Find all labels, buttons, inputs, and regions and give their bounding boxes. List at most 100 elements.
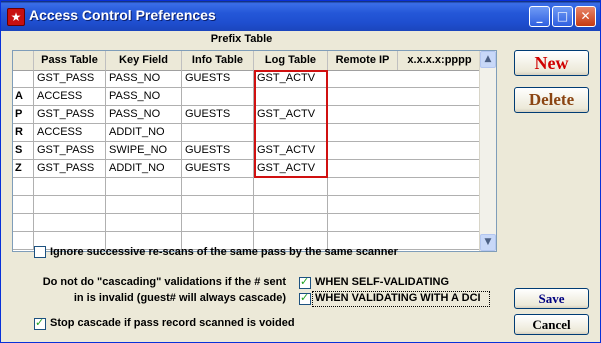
log-table-cell[interactable]: GST_ACTV <box>254 70 328 87</box>
access-control-preferences-window: ★ Access Control Preferences _ □ ✕ Prefi… <box>0 0 601 343</box>
header-remote-format: x.x.x.x:pppp <box>407 54 472 66</box>
row-key-cell[interactable]: P <box>13 106 34 123</box>
table-row[interactable]: GST_PASS PASS_NO GUESTS GST_ACTV <box>13 70 481 88</box>
header-key <box>13 51 34 70</box>
key-field-cell[interactable]: PASS_NO <box>106 88 182 105</box>
log-table-cell[interactable] <box>254 88 328 105</box>
cascade-note-line1: Do not do "cascading" validations if the… <box>42 276 286 288</box>
log-table-cell[interactable] <box>254 196 328 213</box>
key-field-cell[interactable] <box>106 196 182 213</box>
star-icon: ★ <box>7 8 25 26</box>
self-validating-checkbox[interactable] <box>299 275 311 289</box>
key-field-cell[interactable]: PASS_NO <box>106 106 182 123</box>
info-table-cell[interactable]: GUESTS <box>182 106 254 123</box>
pass-table-cell[interactable]: ACCESS <box>34 124 106 141</box>
remote-ip-cell[interactable] <box>328 178 481 195</box>
remote-ip-cell[interactable] <box>328 160 481 177</box>
close-button[interactable]: ✕ <box>575 6 596 27</box>
row-key-cell[interactable] <box>13 232 34 249</box>
cascade-note-line2: in is invalid (guest# will always cascad… <box>73 292 286 304</box>
table-row[interactable]: P GST_PASS PASS_NO GUESTS GST_ACTV <box>13 106 481 124</box>
pass-table-cell[interactable]: GST_PASS <box>34 142 106 159</box>
validating-dci-label[interactable]: WHEN VALIDATING WITH A DCI <box>315 292 481 304</box>
table-row[interactable]: A ACCESS PASS_NO <box>13 88 481 106</box>
info-table-cell[interactable] <box>182 178 254 195</box>
table-row[interactable]: Z GST_PASS ADDIT_NO GUESTS GST_ACTV <box>13 160 481 178</box>
key-field-cell[interactable] <box>106 178 182 195</box>
minimize-button[interactable]: _ <box>529 6 550 27</box>
row-key-cell[interactable]: A <box>13 88 34 105</box>
table-scrollbar[interactable]: ▲ ▼ <box>479 51 496 251</box>
row-key-cell[interactable]: S <box>13 142 34 159</box>
scroll-up-button[interactable]: ▲ <box>480 51 496 68</box>
remote-ip-cell[interactable] <box>328 124 481 141</box>
log-table-cell[interactable]: GST_ACTV <box>254 106 328 123</box>
pass-table-cell[interactable]: ACCESS <box>34 88 106 105</box>
new-button[interactable]: New <box>514 50 589 76</box>
delete-button[interactable]: Delete <box>514 87 589 113</box>
info-table-cell[interactable]: GUESTS <box>182 70 254 87</box>
info-table-cell[interactable]: GUESTS <box>182 142 254 159</box>
log-table-cell[interactable]: GST_ACTV <box>254 142 328 159</box>
remote-ip-cell[interactable] <box>328 214 481 231</box>
ignore-rescans-checkbox[interactable] <box>34 246 46 258</box>
info-table-cell[interactable] <box>182 88 254 105</box>
pass-table-cell[interactable]: GST_PASS <box>34 160 106 177</box>
validating-dci-checkbox[interactable] <box>299 291 311 305</box>
header-info-table[interactable]: Info Table <box>182 51 254 70</box>
maximize-button[interactable]: □ <box>552 6 573 27</box>
row-key-cell[interactable] <box>13 196 34 213</box>
row-key-cell[interactable] <box>13 178 34 195</box>
remote-ip-cell[interactable] <box>328 106 481 123</box>
prefix-table-title: Prefix Table <box>210 33 273 45</box>
header-remote-ip[interactable]: Remote IP <box>328 51 398 70</box>
table-row[interactable] <box>13 196 481 214</box>
log-table-cell[interactable]: GST_ACTV <box>254 160 328 177</box>
table-header: Pass Table Key Field Info Table Log Tabl… <box>13 51 481 71</box>
remote-ip-cell[interactable] <box>328 88 481 105</box>
log-table-cell[interactable] <box>254 124 328 141</box>
scroll-down-button[interactable]: ▼ <box>480 234 496 251</box>
row-key-cell[interactable]: R <box>13 124 34 141</box>
save-button[interactable]: Save <box>514 288 589 309</box>
title-bar[interactable]: ★ Access Control Preferences _ □ ✕ <box>1 1 600 31</box>
prefix-table: Pass Table Key Field Info Table Log Tabl… <box>12 50 497 252</box>
row-key-cell[interactable] <box>13 70 34 87</box>
ignore-rescans-label[interactable]: Ignore successive re-scans of the same p… <box>50 246 398 258</box>
info-table-cell[interactable] <box>182 196 254 213</box>
key-field-cell[interactable]: ADDIT_NO <box>106 124 182 141</box>
header-pass-table[interactable]: Pass Table <box>34 51 106 70</box>
row-key-cell[interactable] <box>13 214 34 231</box>
pass-table-cell[interactable] <box>34 214 106 231</box>
remote-ip-cell[interactable] <box>328 142 481 159</box>
row-key-cell[interactable]: Z <box>13 160 34 177</box>
header-log-table[interactable]: Log Table <box>254 51 328 70</box>
key-field-cell[interactable] <box>106 214 182 231</box>
header-key-field[interactable]: Key Field <box>106 51 182 70</box>
log-table-cell[interactable] <box>254 214 328 231</box>
remote-ip-cell[interactable] <box>328 70 481 87</box>
pass-table-cell[interactable]: GST_PASS <box>34 70 106 87</box>
pass-table-cell[interactable] <box>34 196 106 213</box>
table-row[interactable]: R ACCESS ADDIT_NO <box>13 124 481 142</box>
self-validating-label[interactable]: WHEN SELF-VALIDATING <box>315 276 449 288</box>
client-area: Prefix Table Pass Table Key Field Info T… <box>4 31 597 340</box>
pass-table-cell[interactable]: GST_PASS <box>34 106 106 123</box>
remote-ip-cell[interactable] <box>328 196 481 213</box>
prefix-table-body: Pass Table Key Field Info Table Log Tabl… <box>13 51 481 251</box>
stop-cascade-checkbox[interactable] <box>34 316 46 330</box>
info-table-cell[interactable]: GUESTS <box>182 160 254 177</box>
cancel-button[interactable]: Cancel <box>514 314 589 335</box>
info-table-cell[interactable] <box>182 214 254 231</box>
pass-table-cell[interactable] <box>34 178 106 195</box>
log-table-cell[interactable] <box>254 178 328 195</box>
key-field-cell[interactable]: PASS_NO <box>106 70 182 87</box>
key-field-cell[interactable]: SWIPE_NO <box>106 142 182 159</box>
table-row[interactable] <box>13 214 481 232</box>
window-title: Access Control Preferences <box>29 7 216 23</box>
key-field-cell[interactable]: ADDIT_NO <box>106 160 182 177</box>
stop-cascade-label[interactable]: Stop cascade if pass record scanned is v… <box>50 317 295 329</box>
info-table-cell[interactable] <box>182 124 254 141</box>
table-row[interactable]: S GST_PASS SWIPE_NO GUESTS GST_ACTV <box>13 142 481 160</box>
table-row[interactable] <box>13 178 481 196</box>
